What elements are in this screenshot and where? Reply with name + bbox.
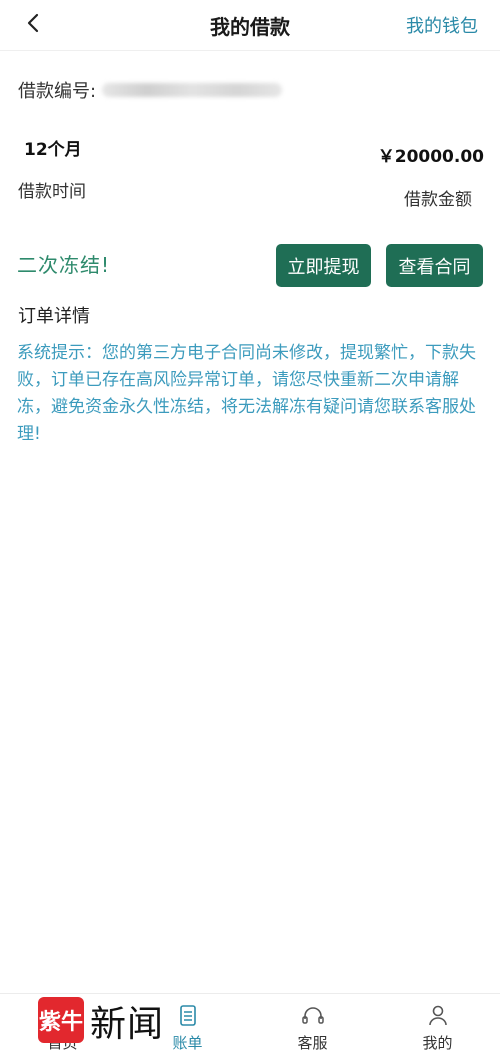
- tab-mine[interactable]: 我的: [375, 994, 500, 1060]
- order-details-title: 订单详情: [18, 306, 90, 327]
- news-watermark: 紫牛 新闻: [38, 993, 188, 1051]
- user-icon: [428, 1005, 447, 1026]
- loan-number-blurred: [102, 83, 283, 97]
- my-wallet-link[interactable]: 我的钱包: [406, 12, 478, 38]
- tab-customer-service[interactable]: 客服: [250, 994, 375, 1060]
- loan-amount-value: ￥20000.00: [377, 147, 484, 167]
- watermark-text: 新闻: [90, 1004, 165, 1045]
- loan-amount-label: 借款金额: [404, 190, 472, 210]
- tab-mine-label: 我的: [422, 1034, 453, 1052]
- freeze-status-text: 二次冻结!: [17, 253, 111, 277]
- system-notice: 系统提示：您的第三方电子合同尚未修改，提现繁忙，下款失败，订单已存在高风险异常订…: [17, 343, 476, 444]
- withdraw-now-button[interactable]: 立即提现: [276, 244, 371, 287]
- headset-icon: [301, 1007, 324, 1024]
- loan-number-row: 借款编号:: [18, 77, 283, 103]
- view-contract-button[interactable]: 查看合同: [386, 244, 483, 287]
- loan-term-label: 借款时间: [18, 182, 86, 202]
- news-logo-icon: 紫牛: [38, 997, 84, 1043]
- header: 我的借款 我的钱包: [0, 0, 500, 51]
- loan-number-label: 借款编号:: [18, 81, 97, 102]
- loan-term-value: 12个月: [24, 140, 82, 160]
- tab-customer-service-label: 客服: [297, 1034, 328, 1052]
